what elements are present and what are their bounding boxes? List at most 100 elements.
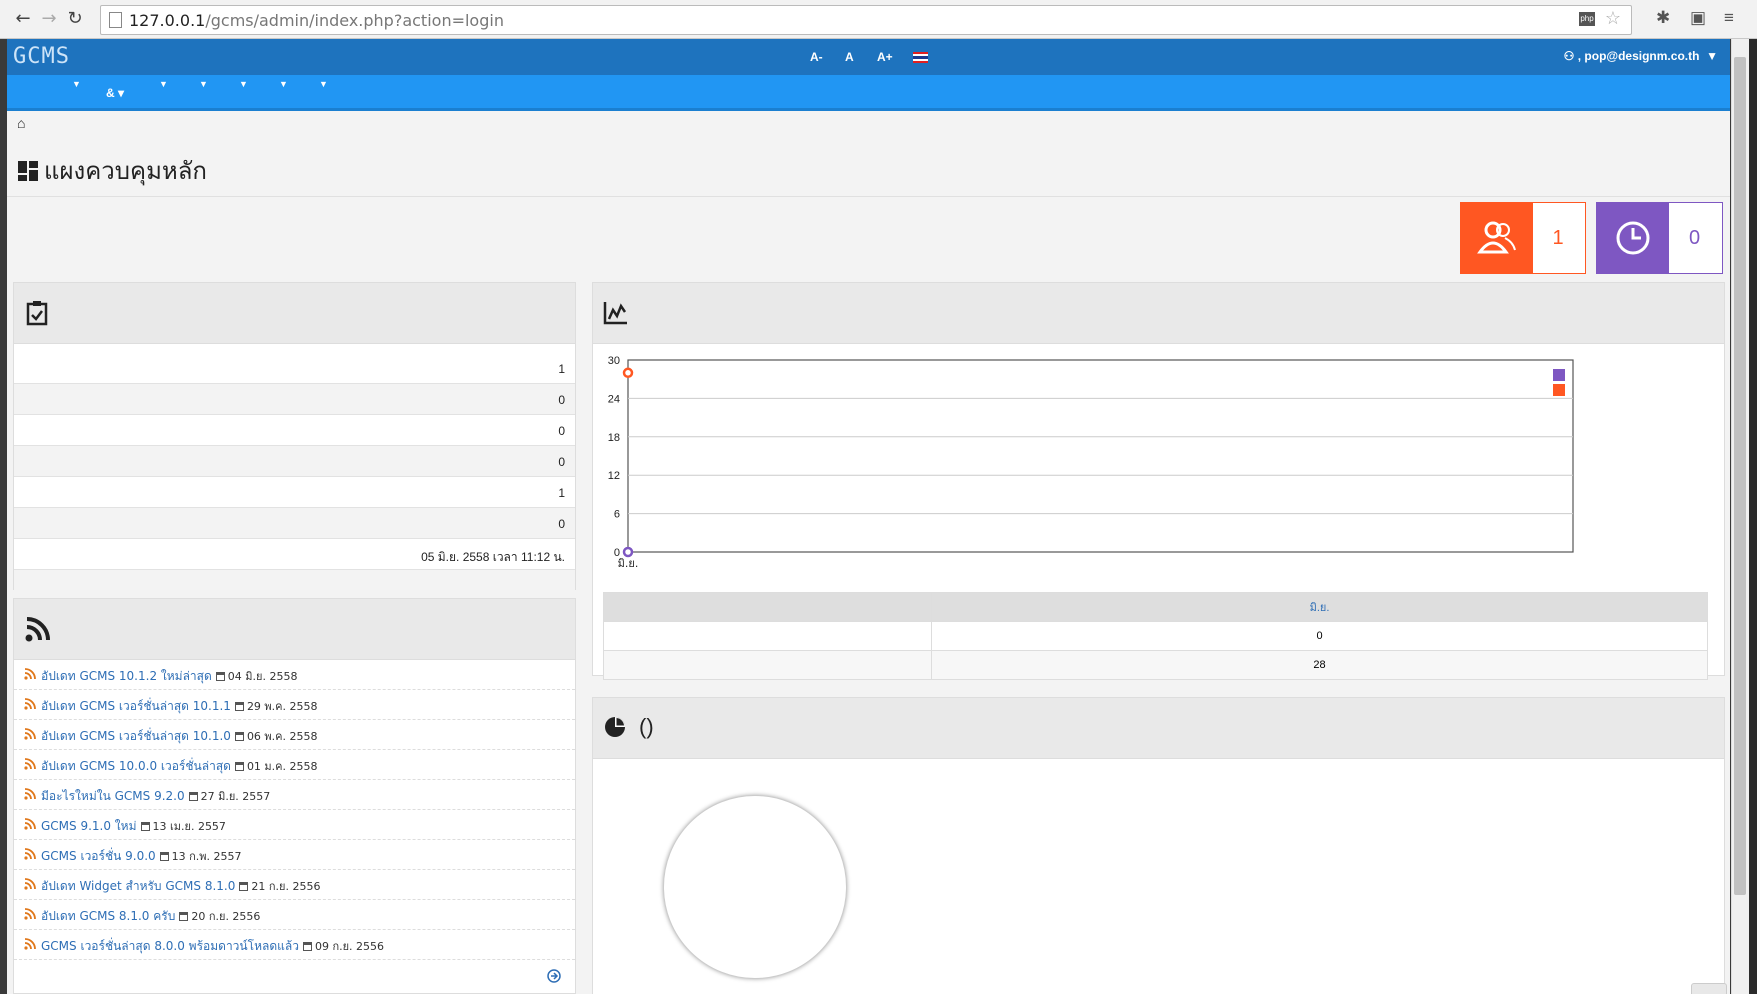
font-decrease-button[interactable]: A-	[810, 50, 823, 64]
bookmark-star-icon[interactable]: ☆	[1605, 8, 1621, 29]
php-extension-icon[interactable]: php	[1579, 12, 1595, 26]
rss-icon	[24, 848, 36, 860]
news-date: 13 เม.ย. 2557	[140, 820, 226, 833]
news-item[interactable]: GCMS เวอร์ชั่นล่าสุด 8.0.0 พร้อมดาวน์โหล…	[14, 929, 575, 960]
nav-item-1[interactable]: ▼	[72, 79, 81, 89]
news-date: 21 ก.ย. 2556	[239, 880, 320, 893]
news-link[interactable]: อัปเดท GCMS เวอร์ชั่นล่าสุด 10.1.1 29 พ.ค…	[41, 697, 318, 716]
stat-row-updated: 05 มิ.ย. 2558 เวลา 11:12 น.	[14, 539, 575, 570]
page-title: แผงควบคุมหลัก	[18, 151, 207, 190]
forward-icon[interactable]: →	[38, 8, 60, 30]
logo[interactable]: GCMS	[13, 44, 70, 69]
news-item[interactable]: อัปเดท Widget สำหรับ GCMS 8.1.0 21 ก.ย. 2…	[14, 869, 575, 900]
news-link[interactable]: อัปเดท Widget สำหรับ GCMS 8.1.0 21 ก.ย. 2…	[41, 877, 320, 896]
pie-chart-icon	[605, 717, 625, 737]
members-card[interactable]: 1	[1460, 202, 1586, 274]
news-item[interactable]: อัปเดท GCMS เวอร์ชั่นล่าสุด 10.1.1 29 พ.ค…	[14, 689, 575, 720]
news-link[interactable]: มีอะไรใหม่ใน GCMS 9.2.0 27 มิ.ย. 2557	[41, 787, 270, 806]
pie-panel-title: ()	[639, 714, 654, 739]
nav-item-6[interactable]: ▼	[279, 79, 288, 89]
calendar-icon	[159, 852, 169, 861]
news-link[interactable]: GCMS เวอร์ชั่นล่าสุด 8.0.0 พร้อมดาวน์โหล…	[41, 937, 384, 956]
window-extension-icon[interactable]: ▣	[1690, 8, 1706, 28]
user-menu[interactable]: ⚇ , pop@designm.co.th ▼	[1564, 49, 1718, 63]
data-point	[622, 546, 634, 558]
scrollbar-thumb[interactable]	[1734, 57, 1746, 895]
stat-row: 1	[14, 477, 575, 508]
news-link[interactable]: อัปเดท GCMS 10.1.2 ใหม่ล่าสุด 04 มิ.ย. 25…	[41, 667, 297, 686]
back-icon[interactable]: ←	[12, 8, 34, 30]
table-header-row: มิ.ย.	[603, 592, 1708, 622]
online-count: 0	[1688, 227, 1701, 249]
news-link[interactable]: อัปเดท GCMS 10.0.0 เวอร์ชั่นล่าสุด 01 ม.ค…	[41, 757, 318, 776]
rss-icon	[24, 728, 36, 740]
nav-item-2[interactable]: & ▾	[106, 86, 124, 100]
calendar-icon	[215, 672, 225, 681]
news-item[interactable]: อัปเดท GCMS เวอร์ชั่นล่าสุด 10.1.0 06 พ.ค…	[14, 719, 575, 750]
news-date: 20 ก.ย. 2556	[179, 910, 260, 923]
page-icon	[109, 12, 122, 28]
address-text: 127.0.0.1/gcms/admin/index.php?action=lo…	[129, 11, 504, 30]
browser-toolbar: ← → ↻ 127.0.0.1/gcms/admin/index.php?act…	[0, 0, 1757, 39]
news-link[interactable]: อัปเดท GCMS เวอร์ชั่นล่าสุด 10.1.0 06 พ.ค…	[41, 727, 318, 746]
home-icon[interactable]: ⌂	[17, 115, 25, 131]
title-divider	[7, 196, 1730, 197]
nav-item-5[interactable]: ▼	[239, 79, 248, 89]
reload-icon[interactable]: ↻	[64, 8, 86, 30]
calendar-icon	[234, 732, 244, 741]
clipboard-check-icon	[26, 301, 48, 326]
font-reset-button[interactable]: A	[845, 50, 854, 64]
users-icon	[1461, 203, 1533, 273]
table-header-month: มิ.ย.	[931, 592, 1708, 622]
table-cell: 28	[931, 650, 1708, 680]
y-tick-label: 30	[608, 355, 620, 367]
stat-row: 0	[14, 415, 575, 446]
nav-item-4[interactable]: ▼	[199, 79, 208, 89]
stat-row: 0	[14, 384, 575, 415]
page-scrollbar[interactable]	[1731, 39, 1750, 994]
table-cell: 0	[931, 621, 1708, 651]
online-card[interactable]: 0	[1596, 202, 1723, 274]
news-date: 13 ก.พ. 2557	[159, 850, 242, 863]
news-item[interactable]: GCMS เวอร์ชั่น 9.0.0 13 ก.พ. 2557	[14, 839, 575, 870]
thai-flag-icon[interactable]	[913, 52, 928, 63]
news-link[interactable]: อัปเดท GCMS 8.1.0 ครับ 20 ก.ย. 2556	[41, 907, 260, 926]
y-tick-label: 18	[608, 432, 620, 444]
news-date: 09 ก.ย. 2556	[302, 940, 384, 953]
line-chart-icon	[603, 302, 627, 325]
window-edge	[1749, 39, 1757, 994]
news-panel-header	[14, 599, 575, 660]
calendar-icon	[234, 762, 244, 771]
table-row: 28	[603, 650, 1708, 680]
summary-panel: 1 0 0 0 1 0 05 มิ.ย. 2558 เวลา 11:12 น.	[13, 282, 576, 600]
user-icon: ⚇	[1563, 49, 1575, 63]
more-arrow-icon[interactable]	[547, 969, 561, 983]
calendar-icon	[188, 792, 198, 801]
page: GCMS A- A A+ ⚇ , pop@designm.co.th ▼ ▼ &…	[7, 39, 1730, 994]
nav-item-3[interactable]: ▼	[159, 79, 168, 89]
font-increase-button[interactable]: A+	[877, 50, 893, 64]
bug-extension-icon[interactable]: ✱	[1656, 8, 1670, 28]
news-item[interactable]: อัปเดท GCMS 10.0.0 เวอร์ชั่นล่าสุด 01 ม.ค…	[14, 749, 575, 780]
legend-swatch	[1553, 369, 1565, 381]
plot-area	[627, 359, 1574, 553]
news-item[interactable]: GCMS 9.1.0 ใหม่ 13 เม.ย. 2557	[14, 809, 575, 840]
news-item[interactable]: อัปเดท GCMS 10.1.2 ใหม่ล่าสุด 04 มิ.ย. 25…	[14, 659, 575, 690]
clock-icon	[1597, 203, 1669, 273]
address-bar[interactable]: 127.0.0.1/gcms/admin/index.php?action=lo…	[100, 5, 1632, 35]
visitors-chart: 0612182430มิ.ย.	[608, 355, 1574, 570]
stat-row: 0	[14, 446, 575, 477]
calendar-icon	[239, 882, 249, 891]
stat-row	[14, 570, 575, 600]
calendar-icon	[179, 912, 189, 921]
nav-item-7[interactable]: ▼	[319, 79, 328, 89]
news-date: 04 มิ.ย. 2558	[215, 670, 297, 683]
news-item[interactable]: อัปเดท GCMS 8.1.0 ครับ 20 ก.ย. 2556	[14, 899, 575, 930]
scroll-to-top-button[interactable]	[1691, 983, 1727, 994]
news-link[interactable]: GCMS 9.1.0 ใหม่ 13 เม.ย. 2557	[41, 817, 226, 836]
menu-icon[interactable]: ≡	[1724, 8, 1734, 28]
news-item[interactable]: มีอะไรใหม่ใน GCMS 9.2.0 27 มิ.ย. 2557	[14, 779, 575, 810]
pie-panel: ()	[592, 697, 1725, 994]
news-link[interactable]: GCMS เวอร์ชั่น 9.0.0 13 ก.พ. 2557	[41, 847, 242, 866]
rss-icon	[24, 938, 36, 950]
